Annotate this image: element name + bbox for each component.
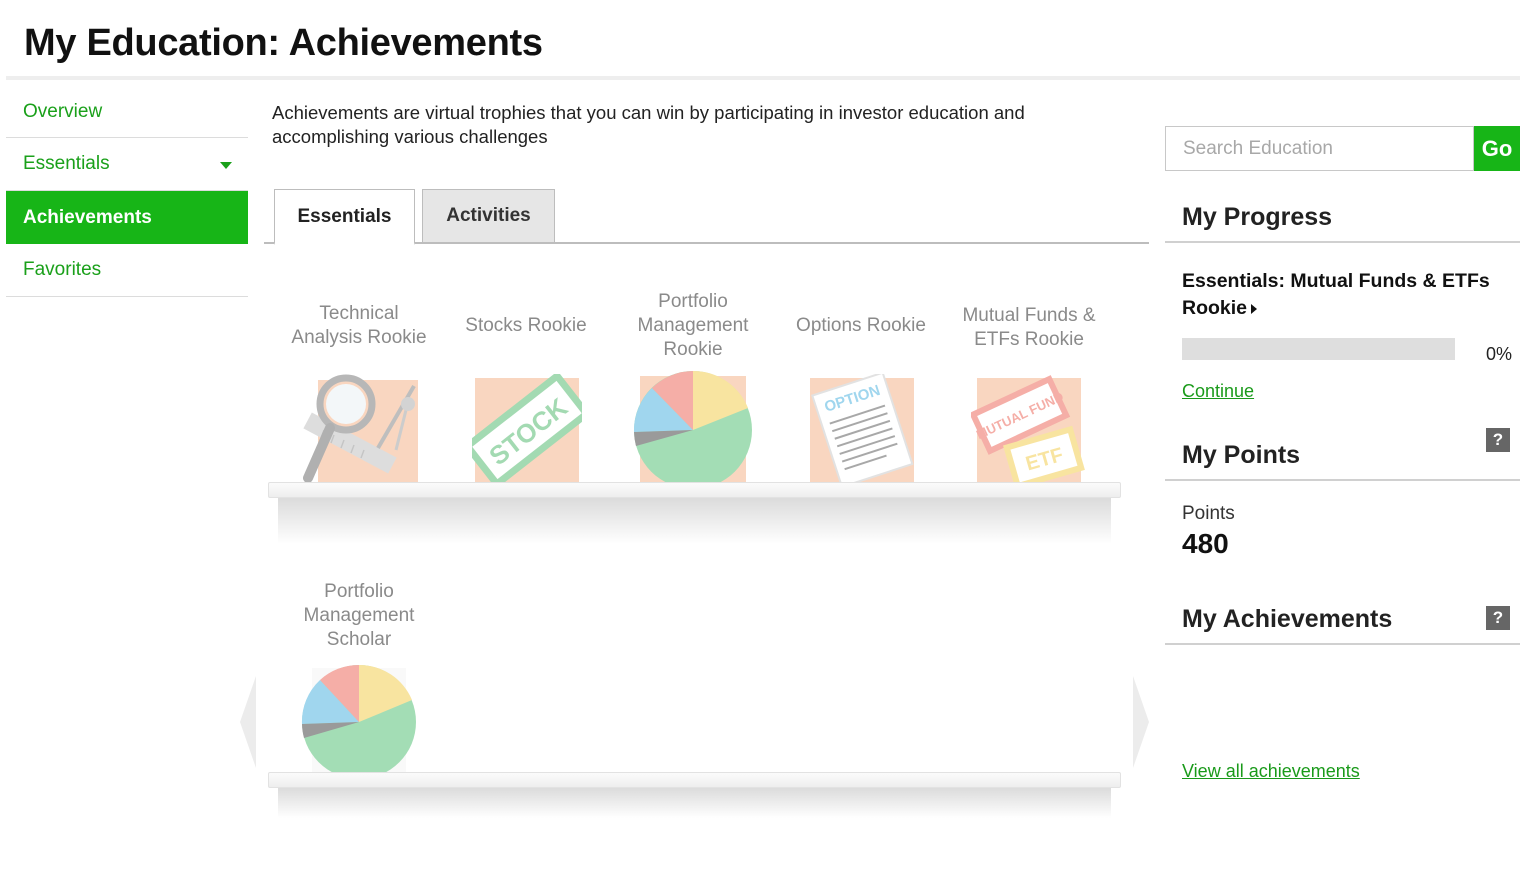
my-points-title: My Points xyxy=(1182,441,1301,469)
intro-text: Achievements are virtual trophies that y… xyxy=(272,102,1025,147)
achievement-portfolio-management-scholar[interactable]: Portfolio Management Scholar xyxy=(288,580,430,780)
achievements-help-button[interactable]: ? xyxy=(1486,606,1510,630)
view-all-achievements-link[interactable]: View all achievements xyxy=(1182,761,1360,782)
sidebar-nav: Overview Essentials Achievements Favorit… xyxy=(6,86,248,297)
page-title: My Education: Achievements xyxy=(24,22,543,64)
chevron-down-icon[interactable] xyxy=(220,162,232,169)
sidebar-item-overview[interactable]: Overview xyxy=(6,86,248,138)
sidebar-item-label: Essentials xyxy=(23,153,110,174)
achievement-label: Portfolio Management Scholar xyxy=(303,581,415,650)
achievement-options-rookie[interactable]: Options Rookie OPTION xyxy=(788,290,934,490)
trophy-shelf xyxy=(268,482,1121,544)
achievement-label: Technical Analysis Rookie xyxy=(291,303,427,348)
achievement-stocks-rookie[interactable]: Stocks Rookie STOCK xyxy=(455,290,597,490)
shelf-shadow xyxy=(278,788,1111,818)
points-value: 480 xyxy=(1182,528,1229,559)
title-divider xyxy=(6,76,1520,80)
continue-link[interactable]: Continue xyxy=(1182,381,1254,402)
sidebar-item-label: Favorites xyxy=(23,259,102,280)
shelf-board xyxy=(268,482,1121,498)
achievement-label: Mutual Funds & ETFs Rookie xyxy=(962,305,1096,350)
shelf-shadow xyxy=(278,498,1111,544)
points-label: Points xyxy=(1182,503,1235,524)
pie-chart-icon xyxy=(301,664,416,779)
progress-percent: 0% xyxy=(1485,344,1512,364)
progress-bar xyxy=(1182,338,1455,360)
carousel-next-arrow-icon[interactable] xyxy=(1133,676,1149,768)
sidebar-item-essentials[interactable]: Essentials xyxy=(6,138,248,191)
pie-chart-icon xyxy=(633,370,752,489)
search-input[interactable] xyxy=(1165,126,1474,171)
section-divider xyxy=(1165,241,1520,243)
sidebar-item-label: Overview xyxy=(23,100,103,122)
section-divider xyxy=(1165,643,1520,645)
magnifier-ruler-icon xyxy=(303,374,418,484)
tab-bar: Essentials Activities xyxy=(264,189,1149,245)
tab-activities[interactable]: Activities xyxy=(422,189,555,242)
caret-right-icon xyxy=(1251,303,1258,314)
sidebar-item-favorites[interactable]: Favorites xyxy=(6,244,248,297)
section-divider xyxy=(1165,479,1520,481)
my-progress-title: My Progress xyxy=(1182,203,1333,231)
stock-stamp-icon: STOCK xyxy=(472,374,582,488)
achievement-label: Options Rookie xyxy=(796,315,926,336)
progress-course-name: Essentials: Mutual Funds & ETFs Rookie xyxy=(1182,270,1490,319)
achievement-label: Portfolio Management Rookie xyxy=(637,291,749,360)
sidebar-item-label: Achievements xyxy=(23,206,152,228)
progress-course-link[interactable]: Essentials: Mutual Funds & ETFs Rookie xyxy=(1182,268,1520,322)
achievement-mutual-funds-etfs-rookie[interactable]: Mutual Funds & ETFs Rookie MUTUAL FUND E… xyxy=(955,290,1103,490)
option-document-icon: OPTION xyxy=(810,374,914,488)
mutual-fund-etf-stamp-icon: MUTUAL FUND ETF xyxy=(971,375,1085,488)
sidebar-item-achievements[interactable]: Achievements xyxy=(6,191,248,244)
achievement-portfolio-management-rookie[interactable]: Portfolio Management Rookie xyxy=(622,290,764,490)
carousel-prev-arrow-icon[interactable] xyxy=(240,676,256,768)
points-help-button[interactable]: ? xyxy=(1486,428,1510,452)
search-go-button[interactable]: Go xyxy=(1474,126,1520,171)
my-achievements-title: My Achievements xyxy=(1182,605,1393,633)
achievement-label: Stocks Rookie xyxy=(465,315,587,336)
shelf-board xyxy=(268,772,1121,788)
trophy-shelf xyxy=(268,772,1121,818)
tab-essentials[interactable]: Essentials xyxy=(274,189,415,245)
achievement-technical-analysis-rookie[interactable]: Technical Analysis Rookie xyxy=(288,290,430,490)
